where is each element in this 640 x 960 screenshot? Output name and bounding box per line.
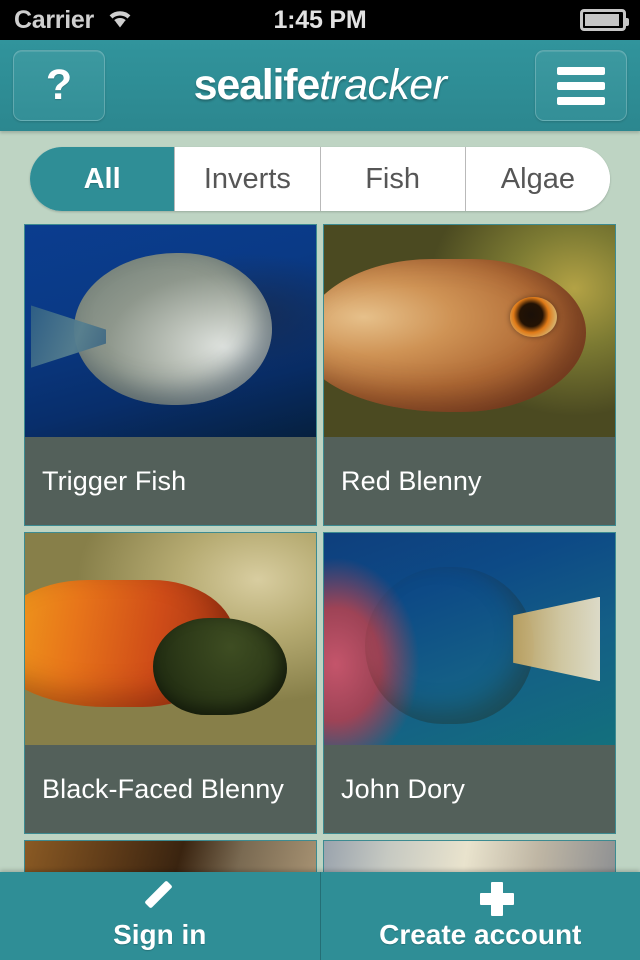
segment-inverts[interactable]: Inverts xyxy=(174,147,320,211)
help-button[interactable]: ? xyxy=(13,50,105,121)
segment-fish[interactable]: Fish xyxy=(319,147,465,211)
species-thumbnail xyxy=(324,533,615,745)
species-card[interactable] xyxy=(24,840,317,872)
status-bar-left: Carrier xyxy=(14,6,135,35)
species-name: Red Blenny xyxy=(341,465,482,496)
species-card[interactable]: Red Blenny xyxy=(323,224,616,526)
create-account-label: Create account xyxy=(379,919,582,951)
segmented-control[interactable]: All Inverts Fish Algae xyxy=(30,147,610,211)
species-thumbnail xyxy=(25,841,316,872)
segment-algae[interactable]: Algae xyxy=(464,147,610,211)
carrier-label: Carrier xyxy=(14,5,94,34)
wifi-icon xyxy=(105,7,135,34)
red-blenny-photo xyxy=(324,225,615,437)
status-bar-right xyxy=(580,9,629,31)
battery-icon xyxy=(580,9,629,31)
species-photo xyxy=(25,841,316,872)
species-card[interactable]: John Dory xyxy=(323,532,616,834)
segment-all[interactable]: All xyxy=(30,147,175,211)
sign-in-button[interactable]: Sign in xyxy=(0,872,320,960)
species-thumbnail xyxy=(324,841,615,872)
status-bar: Carrier 1:45 PM xyxy=(0,0,640,40)
brand-bold-text: sealife xyxy=(193,61,321,109)
trigger-fish-photo xyxy=(25,225,316,437)
species-card[interactable]: Black-Faced Blenny xyxy=(24,532,317,834)
black-faced-blenny-photo xyxy=(25,533,316,745)
species-thumbnail xyxy=(25,533,316,745)
app-screen: Carrier 1:45 PM ? sealifetracker All Inv… xyxy=(0,0,640,960)
species-name: Black-Faced Blenny xyxy=(42,773,284,804)
question-mark-icon: ? xyxy=(45,61,73,109)
create-account-button[interactable]: Create account xyxy=(319,872,640,960)
filter-bar: All Inverts Fish Algae xyxy=(0,131,640,225)
menu-button[interactable] xyxy=(535,50,627,121)
species-grid-scroll[interactable]: Trigger Fish Red Blenny Black-Faced Blen… xyxy=(0,224,640,872)
species-card[interactable] xyxy=(323,840,616,872)
species-grid: Trigger Fish Red Blenny Black-Faced Blen… xyxy=(24,224,616,872)
sign-in-label: Sign in xyxy=(113,919,207,951)
bottom-toolbar: Sign in Create account xyxy=(0,872,640,960)
battery-fill xyxy=(585,14,620,26)
species-name: John Dory xyxy=(341,773,465,804)
hamburger-menu-icon xyxy=(557,66,605,105)
species-card[interactable]: Trigger Fish xyxy=(24,224,317,526)
species-thumbnail xyxy=(25,225,316,437)
brand-italic-text: tracker xyxy=(319,61,447,109)
species-photo xyxy=(324,841,615,872)
species-thumbnail xyxy=(324,225,615,437)
species-name: Trigger Fish xyxy=(42,465,187,496)
app-header: ? sealifetracker xyxy=(0,40,640,131)
john-dory-photo xyxy=(324,533,615,745)
